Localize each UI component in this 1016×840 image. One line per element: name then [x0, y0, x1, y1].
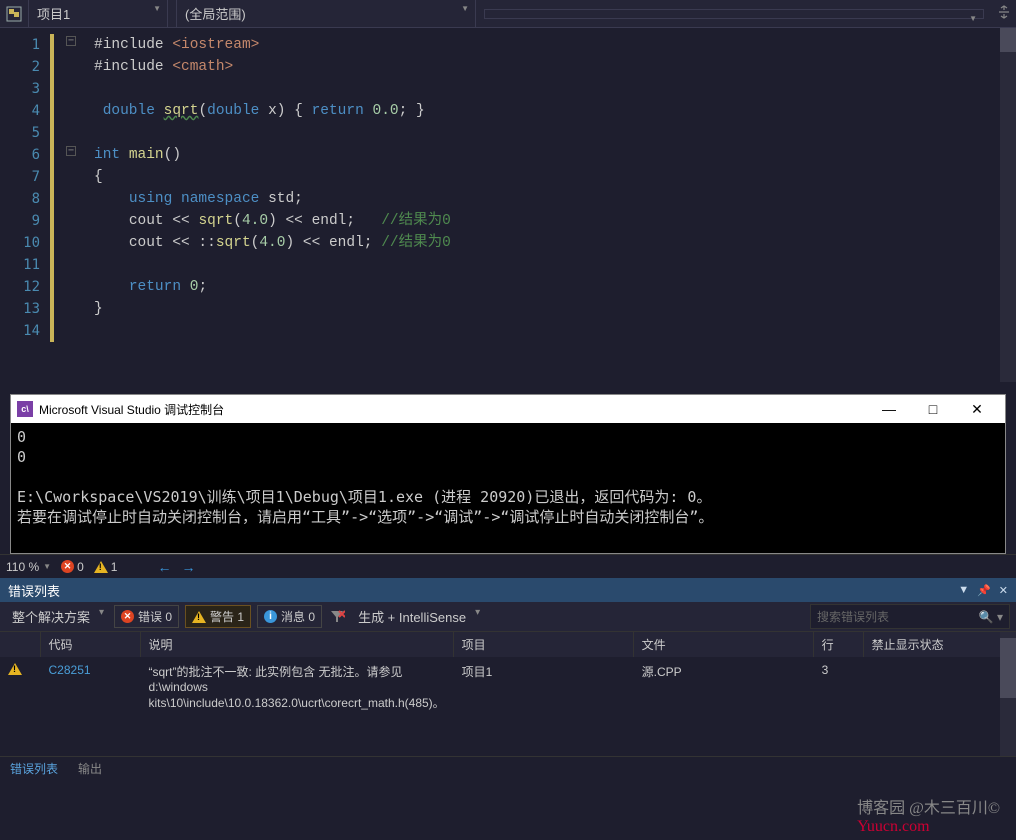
code-content[interactable]: #include <iostream>#include <cmath> doub…	[94, 28, 1016, 382]
error-icon: ✕	[121, 610, 134, 623]
errorlist-scrollbar[interactable]	[1000, 632, 1016, 756]
watermark: 博客园 @木三百川© Yuucn.com	[857, 794, 1000, 836]
zoom-dropdown[interactable]: 110 % ▼	[6, 560, 51, 574]
maximize-button[interactable]: □	[911, 396, 955, 422]
scope-filter-dropdown[interactable]: 整个解决方案	[6, 603, 108, 630]
minimize-button[interactable]: —	[867, 396, 911, 422]
errors-filter-button[interactable]: ✕错误 0	[114, 605, 179, 628]
console-output[interactable]: 0 0 E:\Cworkspace\VS2019\训练\项目1\Debug\项目…	[11, 423, 1005, 553]
line-number-gutter: 1234567891011121314	[0, 28, 50, 382]
table-row[interactable]: C28251 “sqrt”的批注不一致: 此实例包含 无批注。请参见 d:\wi…	[0, 657, 1016, 717]
warning-icon	[192, 611, 206, 623]
col-desc[interactable]: 说明	[140, 632, 453, 657]
errorlist-panel-header[interactable]: 错误列表 ▼ 📌 ✕	[0, 578, 1016, 602]
warnings-filter-button[interactable]: 警告 1	[185, 605, 251, 628]
editor-status-bar: 110 % ▼ ✕ 0 1 ← →	[0, 554, 1016, 578]
change-indicator	[50, 34, 54, 342]
top-toolbar: 项目1 (全局范围)	[0, 0, 1016, 28]
console-titlebar[interactable]: c\ Microsoft Visual Studio 调试控制台 — □ ✕	[11, 395, 1005, 423]
info-icon: i	[264, 610, 277, 623]
project-icon	[4, 4, 24, 24]
errorlist-search-input[interactable]: 搜索错误列表🔍 ▾	[810, 604, 1010, 629]
warning-icon	[94, 561, 108, 573]
split-icon[interactable]	[992, 5, 1016, 22]
col-file[interactable]: 文件	[633, 632, 813, 657]
col-code[interactable]: 代码	[40, 632, 140, 657]
tab-output[interactable]: 输出	[68, 756, 112, 781]
fold-toggle[interactable]: −	[66, 36, 76, 46]
panel-title: 错误列表	[8, 581, 60, 600]
nav-prev[interactable]: ←	[157, 559, 171, 575]
fold-toggle[interactable]: −	[66, 146, 76, 156]
vs-icon: c\	[17, 401, 33, 417]
debug-console-window: c\ Microsoft Visual Studio 调试控制台 — □ ✕ 0…	[10, 394, 1006, 554]
error-icon: ✕	[61, 560, 74, 573]
dropdown-icon[interactable]: ▼	[958, 584, 969, 597]
messages-filter-button[interactable]: i消息 0	[257, 605, 322, 628]
tab-errorlist[interactable]: 错误列表	[0, 756, 68, 781]
nav-next[interactable]: →	[181, 559, 195, 575]
col-project[interactable]: 项目	[453, 632, 633, 657]
scope-dropdown[interactable]: (全局范围)	[176, 0, 476, 28]
code-editor[interactable]: 1234567891011121314 − − #include <iostre…	[0, 28, 1016, 382]
member-dropdown[interactable]	[484, 9, 984, 19]
bottom-tab-bar: 错误列表 输出	[0, 756, 1016, 780]
errorlist-body: 代码 说明 项目 文件 行 禁止显示状态 C28251 “sqrt”的批注不一致…	[0, 632, 1016, 756]
error-code-link[interactable]: C28251	[49, 663, 91, 677]
close-button[interactable]: ✕	[955, 396, 999, 422]
close-panel-icon[interactable]: ✕	[999, 584, 1008, 597]
warning-icon	[8, 663, 22, 675]
errorlist-toolbar: 整个解决方案 ✕错误 0 警告 1 i消息 0 生成 + IntelliSens…	[0, 602, 1016, 632]
project-dropdown[interactable]: 项目1	[28, 0, 168, 28]
source-filter-dropdown[interactable]: 生成 + IntelliSense	[352, 603, 484, 630]
col-suppress[interactable]: 禁止显示状态	[863, 632, 1015, 657]
search-icon: 🔍 ▾	[979, 610, 1003, 624]
error-count[interactable]: ✕ 0	[61, 560, 84, 574]
warning-count[interactable]: 1	[94, 560, 118, 574]
col-icon[interactable]	[0, 632, 40, 657]
errorlist-table[interactable]: 代码 说明 项目 文件 行 禁止显示状态 C28251 “sqrt”的批注不一致…	[0, 632, 1016, 717]
fold-gutter: − −	[50, 28, 94, 382]
editor-scrollbar[interactable]	[1000, 28, 1016, 382]
col-line[interactable]: 行	[813, 632, 863, 657]
console-title: Microsoft Visual Studio 调试控制台	[39, 401, 224, 418]
pin-icon[interactable]: 📌	[977, 584, 991, 597]
clear-filter-icon[interactable]	[328, 608, 346, 626]
